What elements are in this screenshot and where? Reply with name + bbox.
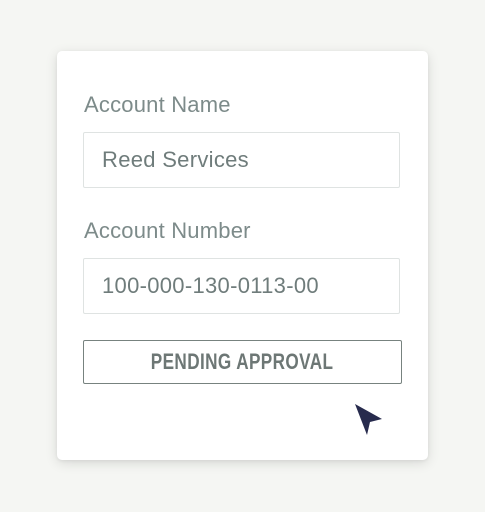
mouse-pointer-icon xyxy=(355,404,382,435)
pending-approval-label: PENDING APPROVAL xyxy=(151,349,334,374)
account-name-label: Account Name xyxy=(84,92,231,117)
account-name-field[interactable]: Reed Services xyxy=(83,132,400,188)
account-card: Account Name Reed Services Account Numbe… xyxy=(57,51,428,460)
account-number-field[interactable]: 100-000-130-0113-00 xyxy=(83,258,400,314)
pending-approval-button[interactable]: PENDING APPROVAL xyxy=(83,340,402,384)
account-number-label: Account Number xyxy=(84,218,251,243)
